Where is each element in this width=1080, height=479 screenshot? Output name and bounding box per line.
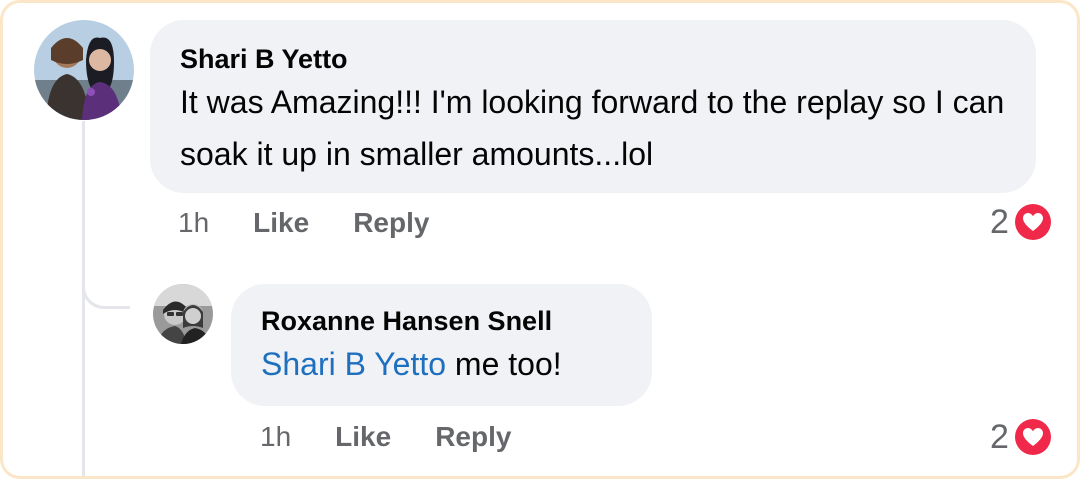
comment-timestamp[interactable]: 1h <box>178 207 209 239</box>
comment-text: It was Amazing!!! I'm looking forward to… <box>180 84 1005 172</box>
comment-text: Shari B Yetto me too! <box>261 338 622 390</box>
reaction-summary[interactable]: 2 <box>990 417 1053 457</box>
reply-text: me too! <box>446 346 562 382</box>
reaction-count: 2 <box>990 202 1009 241</box>
comment-thread: Shari B Yetto It was Amazing!!! I'm look… <box>0 0 1080 479</box>
comment-author[interactable]: Shari B Yetto <box>180 42 1006 76</box>
reaction-summary[interactable]: 2 <box>990 202 1053 242</box>
like-button[interactable]: Like <box>253 207 309 239</box>
avatar[interactable] <box>34 20 134 120</box>
comment-author[interactable]: Roxanne Hansen Snell <box>261 304 622 338</box>
thread-connector <box>82 261 130 309</box>
like-button[interactable]: Like <box>335 421 391 453</box>
reply-button[interactable]: Reply <box>435 421 511 453</box>
reply-button[interactable]: Reply <box>353 207 429 239</box>
comment-actions: 1h Like Reply <box>260 421 555 453</box>
comment-actions: 1h Like Reply <box>178 207 473 239</box>
mention-link[interactable]: Shari B Yetto <box>261 346 446 382</box>
avatar[interactable] <box>153 284 213 344</box>
reply-bubble: Roxanne Hansen Snell Shari B Yetto me to… <box>231 284 652 406</box>
comment-bubble: Shari B Yetto It was Amazing!!! I'm look… <box>150 20 1036 193</box>
comment-timestamp[interactable]: 1h <box>260 421 291 453</box>
reaction-count: 2 <box>990 417 1009 456</box>
heart-icon <box>1012 202 1053 242</box>
heart-icon <box>1012 417 1053 457</box>
